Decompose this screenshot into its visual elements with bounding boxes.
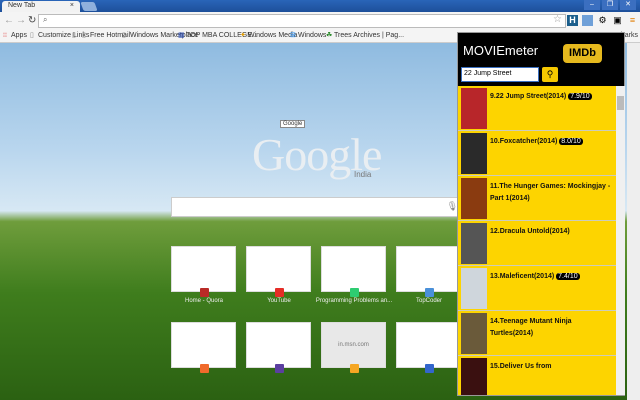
movie-search-input[interactable]: 22 Jump Street <box>461 67 539 82</box>
movie-list-item[interactable]: 10.Foxcatcher(2014) 8.0/10 <box>458 131 616 176</box>
reload-icon[interactable]: ↻ <box>28 15 36 26</box>
movie-title: 14.Teenage Mutant Ninja Turtles(2014) <box>490 318 572 337</box>
site-favicon-icon <box>200 364 209 373</box>
movie-poster <box>461 313 487 354</box>
bookmark-windows[interactable]: ⊞ Windows <box>290 32 326 40</box>
bookmark-label: Windows <box>298 32 327 39</box>
movie-poster <box>461 178 487 219</box>
page-icon: ▯ <box>82 32 86 39</box>
title-bar: New Tab × – ❐ ✕ <box>0 0 640 12</box>
site-favicon-icon <box>200 288 209 297</box>
movie-title: 15.Deliver Us from <box>490 363 552 370</box>
tab-title: New Tab <box>8 2 36 9</box>
popup-scrollbar[interactable] <box>616 86 625 395</box>
extension-screenshot-icon[interactable] <box>582 15 593 26</box>
moviemeter-extension-icon[interactable]: ▣ <box>612 15 623 26</box>
most-visited-tile[interactable] <box>246 322 311 373</box>
toolbar: ← → ↻ ⌕ ☆ H ⚙ ▣ ≡ <box>0 12 640 29</box>
college-icon: ▦ <box>178 32 184 39</box>
most-visited-tile[interactable] <box>321 246 386 297</box>
movie-list-item[interactable]: 15.Deliver Us from <box>458 356 616 395</box>
site-favicon-icon <box>425 288 434 297</box>
site-favicon-icon <box>275 288 284 297</box>
apps-grid-icon: ⁞⁞ <box>3 32 7 39</box>
most-visited-tile[interactable] <box>396 246 461 297</box>
movie-poster <box>461 268 487 309</box>
restore-button[interactable]: ❐ <box>602 0 618 10</box>
most-visited-tile[interactable] <box>171 322 236 373</box>
page-scrollbar[interactable] <box>627 43 640 400</box>
movie-list-item[interactable]: 14.Teenage Mutant Ninja Turtles(2014) <box>458 311 616 356</box>
windows-media-icon: ✦ <box>240 32 246 39</box>
trees-icon: ☘ <box>326 32 332 39</box>
bookmark-windows-media[interactable]: ✦ Windows Media <box>240 32 297 40</box>
search-icon: ⌕ <box>43 15 48 24</box>
tile-thumbnail-text: in.msn.com <box>338 342 369 348</box>
windows-icon: ⊞ <box>290 32 296 39</box>
movie-poster <box>461 133 487 174</box>
movie-poster <box>461 88 487 129</box>
forward-icon[interactable]: → <box>16 15 26 26</box>
movie-poster <box>461 358 487 395</box>
tooltip: Google <box>280 120 306 128</box>
rating-badge: 7.4/10 <box>556 273 580 280</box>
site-favicon-icon <box>350 364 359 373</box>
site-favicon-icon <box>425 364 434 373</box>
movie-list-item[interactable]: 13.Maleficent(2014) 7.4/10 <box>458 266 616 311</box>
most-visited-tile[interactable] <box>246 246 311 297</box>
region-label: India <box>354 170 372 179</box>
site-favicon-icon <box>275 364 284 373</box>
bookmark-apps[interactable]: ⁞⁞ Apps <box>3 32 27 40</box>
minimize-button[interactable]: – <box>584 0 600 10</box>
movie-title: 10.Foxcatcher(2014) <box>490 138 558 145</box>
address-bar[interactable]: ⌕ <box>38 14 566 28</box>
rating-badge: 7.9/10 <box>568 93 592 100</box>
site-favicon-icon <box>350 288 359 297</box>
gear-icon[interactable]: ⚙ <box>597 15 608 26</box>
back-icon[interactable]: ← <box>4 15 14 26</box>
most-visited-tile[interactable] <box>396 322 461 373</box>
extension-h-icon[interactable]: H <box>567 15 578 26</box>
new-tab-button[interactable] <box>80 2 98 11</box>
movie-list: 9.22 Jump Street(2014) 7.9/10 10.Foxcatch… <box>458 86 616 395</box>
page-icon: ▯ <box>72 32 76 39</box>
movie-list-item[interactable]: 12.Dracula Untold(2014) <box>458 221 616 266</box>
movie-title: 11.The Hunger Games: Mockingjay - Part 1… <box>490 183 611 202</box>
moviemeter-popup: MOVIEmeter IMDb 22 Jump Street ⚲ 9.22 Ju… <box>457 32 625 396</box>
bookmark-customize-links[interactable]: ▯ Customize Links <box>30 32 89 40</box>
bookmark-label: Trees Archives | Pag... <box>334 32 405 39</box>
bookmark-trees-archives[interactable]: ☘ Trees Archives | Pag... <box>326 32 404 40</box>
search-input[interactable]: 🎙 <box>171 197 461 217</box>
most-visited-tile[interactable] <box>171 246 236 297</box>
movie-list-item[interactable]: 9.22 Jump Street(2014) 7.9/10 <box>458 86 616 131</box>
popup-title: MOVIEmeter <box>463 43 539 58</box>
close-window-button[interactable]: ✕ <box>620 0 636 10</box>
most-visited-tile[interactable]: in.msn.com <box>321 322 386 373</box>
tab-new-tab[interactable]: New Tab × <box>2 1 80 12</box>
search-icon: ⚲ <box>546 69 554 79</box>
movie-title: 13.Maleficent(2014) <box>490 273 555 280</box>
close-tab-icon[interactable]: × <box>70 2 74 9</box>
bookmark-label: Apps <box>11 32 27 39</box>
bookmark-star-icon[interactable]: ☆ <box>553 14 562 25</box>
scrollbar-thumb[interactable] <box>617 96 624 110</box>
menu-icon[interactable]: ≡ <box>627 15 638 26</box>
bookmark-blank[interactable]: ▯ <box>72 32 78 40</box>
rating-badge: 8.0/10 <box>559 138 583 145</box>
page-icon: ▯ <box>122 32 126 39</box>
movie-list-item[interactable]: 11.The Hunger Games: Mockingjay - Part 1… <box>458 176 616 221</box>
movie-poster <box>461 223 487 264</box>
movie-title: 12.Dracula Untold(2014) <box>490 228 570 235</box>
search-button[interactable]: ⚲ <box>542 67 558 82</box>
imdb-logo: IMDb <box>563 44 602 63</box>
popup-header: MOVIEmeter IMDb 22 Jump Street ⚲ <box>458 33 624 86</box>
movie-title: 9.22 Jump Street(2014) <box>490 93 567 100</box>
page-icon: ▯ <box>30 32 34 39</box>
